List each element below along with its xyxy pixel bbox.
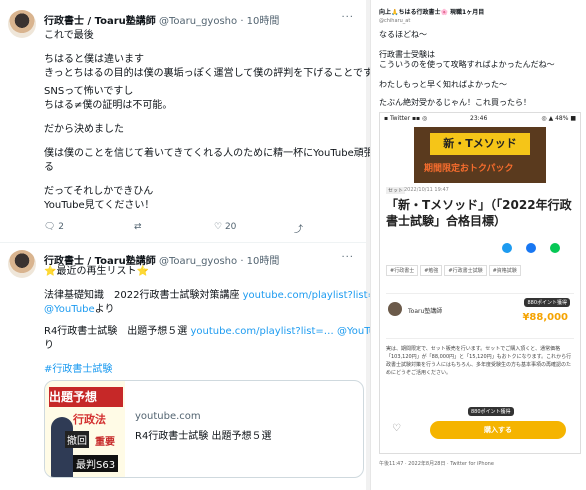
tweet-line: きっとちはるの目的は僕の裏垢っぽく運営して僕の評判を下げることです [44,68,373,79]
thumb-text: 出題予想 [49,387,123,407]
thumb-text: 行政法 [73,413,106,426]
line-text: R4行政書士試験 出題予想５選 [44,326,191,337]
banner-subtitle: 期間限定おトクパック [424,164,514,174]
tweet-line: SNSって怖いですし [44,86,134,97]
tweet-line: YouTube見てください！ [44,200,155,211]
seller-name[interactable]: Toaru塾講師 [408,306,442,315]
quoted-line: こういうのを使って攻略すればよかったんだね〜 [379,60,555,69]
facebook-share-icon[interactable] [526,243,536,253]
like-count: 20 [224,222,237,232]
product-title: 「新・Tメソッド」（「2022年行政書士試験」合格目標） [386,198,572,228]
quoted-author-handle[interactable]: @chiharu_at [379,16,410,26]
like-icon[interactable]: ♡ 20 [214,222,236,232]
youtube-mention[interactable]: @YouTube [44,304,95,315]
reply-count: 2 [58,222,65,232]
product-date: 2022/10/11 19:47 [404,187,449,193]
playlist-link[interactable]: youtube.com/playlist?list=… [243,290,386,301]
seller-row: Toaru塾講師 880ポイント獲得 ¥88,000 [386,293,574,339]
product-description: 実は、期間限定で、セット販売を行います。セットでご購入頂くと、通常価格「103,… [386,346,572,376]
status-left: ▪ Twitter ▪▪ ◎ [384,115,428,122]
tweet-line: る [44,162,54,173]
twitter-share-icon[interactable] [502,243,512,253]
tweet-line: これで最後 [44,30,94,41]
line-text: より [94,304,115,315]
phone-status-bar: ▪ Twitter ▪▪ ◎ 23:46 ◎ ▲ 48% ■ [380,113,580,125]
more-icon[interactable]: ··· [341,12,354,23]
chip[interactable]: #行政書士試験 [444,265,487,276]
tweet-line: り [44,340,54,351]
like-icon[interactable]: ♡ [392,423,401,434]
chip[interactable]: #勉強 [420,265,443,276]
share-icon[interactable]: ⤴ [294,222,303,235]
author-handle[interactable]: @Toaru_gyosho [159,16,237,27]
timeline-panel: 行政書士 / Toaru塾講師 @Toaru_gyosho · 10時間 ···… [0,0,398,490]
reply-icon[interactable]: 🗨 2 [44,222,64,232]
tweet-line: ちはると僕は違います [44,54,144,65]
price: ¥88,000 [522,312,568,323]
tweet-line: 僕は僕のことを信じて着いてきてくれる人のために精一杯にYouTube頑張 [44,148,374,159]
seller-avatar[interactable] [388,302,402,316]
retweet-icon[interactable]: ⇄ [134,222,142,232]
status-right: ◎ ▲ 48% ■ [541,115,576,122]
playlist-link[interactable]: youtube.com/playlist?list=… [191,326,334,337]
tweet-line: R4行政書士試験 出題予想５選 youtube.com/playlist?lis… [44,326,398,338]
chip[interactable]: #行政書士 [386,265,419,276]
tweet-header: 行政書士 / Toaru塾講師 @Toaru_gyosho · 10時間 [44,252,279,267]
tweet-1[interactable]: 行政書士 / Toaru塾講師 @Toaru_gyosho · 10時間 ···… [0,0,374,240]
set-tag: セット [386,187,406,194]
card-title: R4行政書士試験 出題予想５選 [135,431,272,442]
thumb-text: 最判S63 [73,455,119,472]
tweet-line: ⭐最近の再生リスト⭐ [44,266,149,277]
tweet-time[interactable]: · 10時間 [240,16,279,27]
hashtag-link[interactable]: #行政書士試験 [44,364,112,376]
divider [0,242,366,243]
quoted-line: たぶん絶対受かるじゃん！これ買ったら！ [379,98,531,107]
line-share-icon[interactable] [550,243,560,253]
quoted-line: なるほどね〜 [379,30,427,39]
card-domain: youtube.com [135,411,201,422]
tag-chips: #行政書士 #勉強 #行政書士試験 #資格試験 [386,265,576,276]
product-screenshot[interactable]: ▪ Twitter ▪▪ ◎ 23:46 ◎ ▲ 48% ■ 新・Tメソッド 期… [379,112,581,454]
author-name[interactable]: 行政書士 / Toaru塾講師 [44,16,156,27]
thumb-text: 撤回 [65,431,89,448]
avatar[interactable] [8,250,36,278]
status-time: 23:46 [470,115,488,122]
author-handle[interactable]: @Toaru_gyosho [159,256,237,267]
quoted-line: 行政書士受験は [379,50,435,59]
card-thumbnail: 出題予想 行政法 撤回 重要 最判S63 [45,381,125,477]
tweet-footer: 午後11:47 · 2022年8月28日 · Twitter for iPhon… [379,461,494,467]
tweet-line: 法律基礎知識 2022行政書士試験対策講座 youtube.com/playli… [44,290,386,302]
point-badge: 880ポイント獲得 [524,298,570,307]
more-icon[interactable]: ··· [341,252,354,263]
banner-title: 新・Tメソッド [430,133,530,155]
buy-button[interactable]: 購入する [430,421,566,439]
tweet-line: だってそれしかできひん [44,186,154,197]
quoted-tweet-panel: 向上🙏ちはる行政書士🌸 現職1ヶ月目 @chiharu_at なるほどね〜 行政… [370,0,586,490]
line-text: 法律基礎知識 2022行政書士試験対策講座 [44,290,243,301]
tweet-line: @YouTubeより [44,304,114,316]
chip[interactable]: #資格試験 [488,265,521,276]
tweet-line: ちはる≠僕の証明は不可能。 [44,100,173,111]
link-card[interactable]: 出題予想 行政法 撤回 重要 最判S63 youtube.com R4行政書士試… [44,380,364,478]
tweet-header: 行政書士 / Toaru塾講師 @Toaru_gyosho · 10時間 [44,12,279,27]
product-banner: 新・Tメソッド 期間限定おトクパック [414,127,546,183]
point-badge: 880ポイント獲得 [468,407,514,416]
quoted-line: わたしもっと早く知ればよかった〜 [379,80,507,89]
avatar[interactable] [8,10,36,38]
thumb-text: 重要 [95,437,115,448]
tweet-time[interactable]: · 10時間 [240,256,279,267]
tweet-line: だから決めました [44,124,124,135]
